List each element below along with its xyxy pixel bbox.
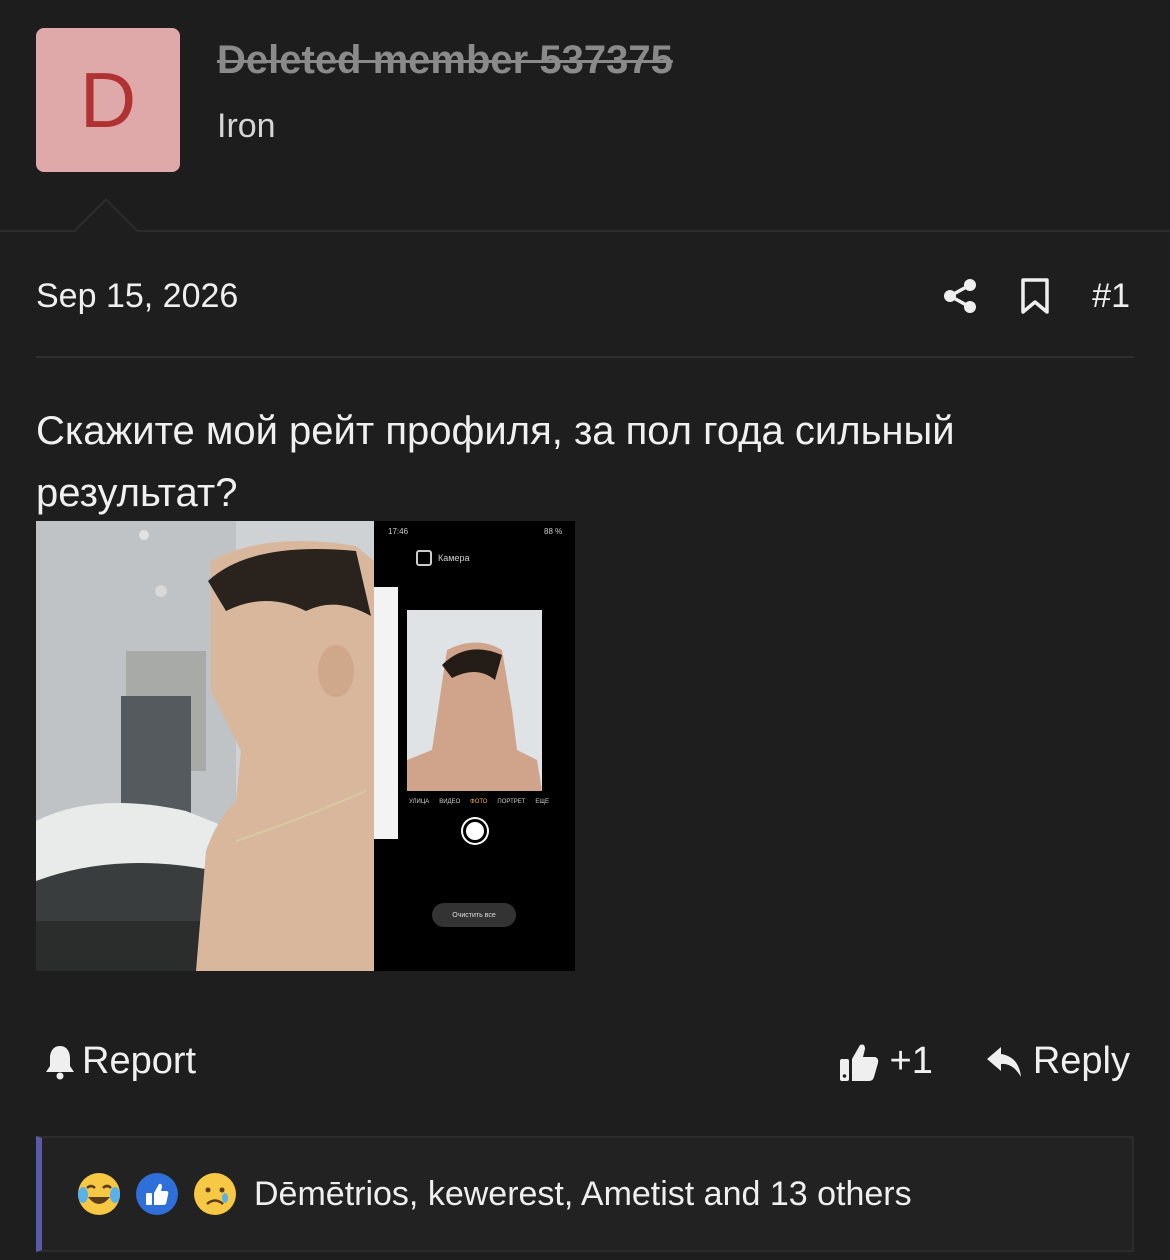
photo-phone-screenshot: 17:46 88 % Камера УЛИЦА ВИДЕО ФОТО ПОРТР… bbox=[374, 521, 575, 971]
post-actions: #1 bbox=[942, 270, 1130, 322]
reactions-summary[interactable]: Dēmētrios, kewerest, Ametist and 13 othe… bbox=[254, 1175, 912, 1214]
shutter-button bbox=[463, 819, 487, 843]
reactions-bar[interactable]: Dēmētrios, kewerest, Ametist and 13 othe… bbox=[36, 1136, 1134, 1252]
clear-all-label: Очистить все bbox=[452, 911, 496, 919]
phone-time: 17:46 bbox=[388, 527, 409, 536]
mode-video[interactable]: ВИДЕО bbox=[439, 799, 460, 805]
camera-preview bbox=[407, 610, 542, 791]
attached-image[interactable]: 17:46 88 % Камера УЛИЦА ВИДЕО ФОТО ПОРТР… bbox=[36, 521, 575, 971]
camera-app-icon bbox=[416, 550, 432, 566]
thumbs-up-emoji-icon bbox=[134, 1171, 180, 1217]
report-label: Report bbox=[82, 1040, 197, 1082]
mode-more[interactable]: ЕЩЕ bbox=[535, 799, 549, 805]
reply-label: Reply bbox=[1032, 1040, 1130, 1082]
post-date[interactable]: Sep 15, 2026 bbox=[36, 277, 238, 316]
divider bbox=[36, 356, 1134, 358]
thumbs-up-icon bbox=[839, 1044, 878, 1081]
mode-photo[interactable]: ФОТО bbox=[470, 799, 487, 805]
avatar[interactable]: D bbox=[36, 28, 180, 172]
photo-profile bbox=[36, 521, 374, 971]
camera-modes: УЛИЦА ВИДЕО ФОТО ПОРТРЕТ ЕЩЕ bbox=[409, 799, 549, 805]
author-title: Iron bbox=[217, 107, 276, 145]
like-button[interactable]: +1 bbox=[838, 1040, 933, 1083]
bookmark-icon[interactable] bbox=[1020, 278, 1050, 314]
author-name[interactable]: Deleted member 537375 bbox=[217, 38, 673, 83]
bell-icon bbox=[46, 1045, 74, 1079]
footer-actions: +1 Reply bbox=[838, 1040, 1130, 1083]
header-caret bbox=[72, 198, 140, 233]
crying-laughing-emoji-icon bbox=[76, 1171, 122, 1217]
reply-arrow-icon bbox=[986, 1046, 1021, 1077]
mode-portrait[interactable]: ПОРТРЕТ bbox=[497, 799, 525, 805]
post-header: D Deleted member 537375 Iron bbox=[0, 0, 1170, 232]
sad-tear-emoji-icon bbox=[192, 1171, 238, 1217]
tiktok-strip bbox=[374, 587, 398, 839]
mode-street[interactable]: УЛИЦА bbox=[409, 799, 429, 805]
share-icon[interactable] bbox=[942, 278, 978, 314]
reply-button[interactable]: Reply bbox=[985, 1040, 1130, 1083]
like-count: +1 bbox=[889, 1040, 933, 1082]
report-button[interactable]: Report bbox=[44, 1040, 196, 1083]
post-number[interactable]: #1 bbox=[1092, 277, 1130, 316]
app-title: Камера bbox=[438, 553, 470, 563]
post-body: Скажите мой рейт профиля, за пол года си… bbox=[36, 409, 955, 515]
avatar-letter: D bbox=[79, 55, 137, 144]
clear-all-button: Очистить все bbox=[432, 903, 516, 927]
phone-battery: 88 % bbox=[544, 527, 563, 536]
